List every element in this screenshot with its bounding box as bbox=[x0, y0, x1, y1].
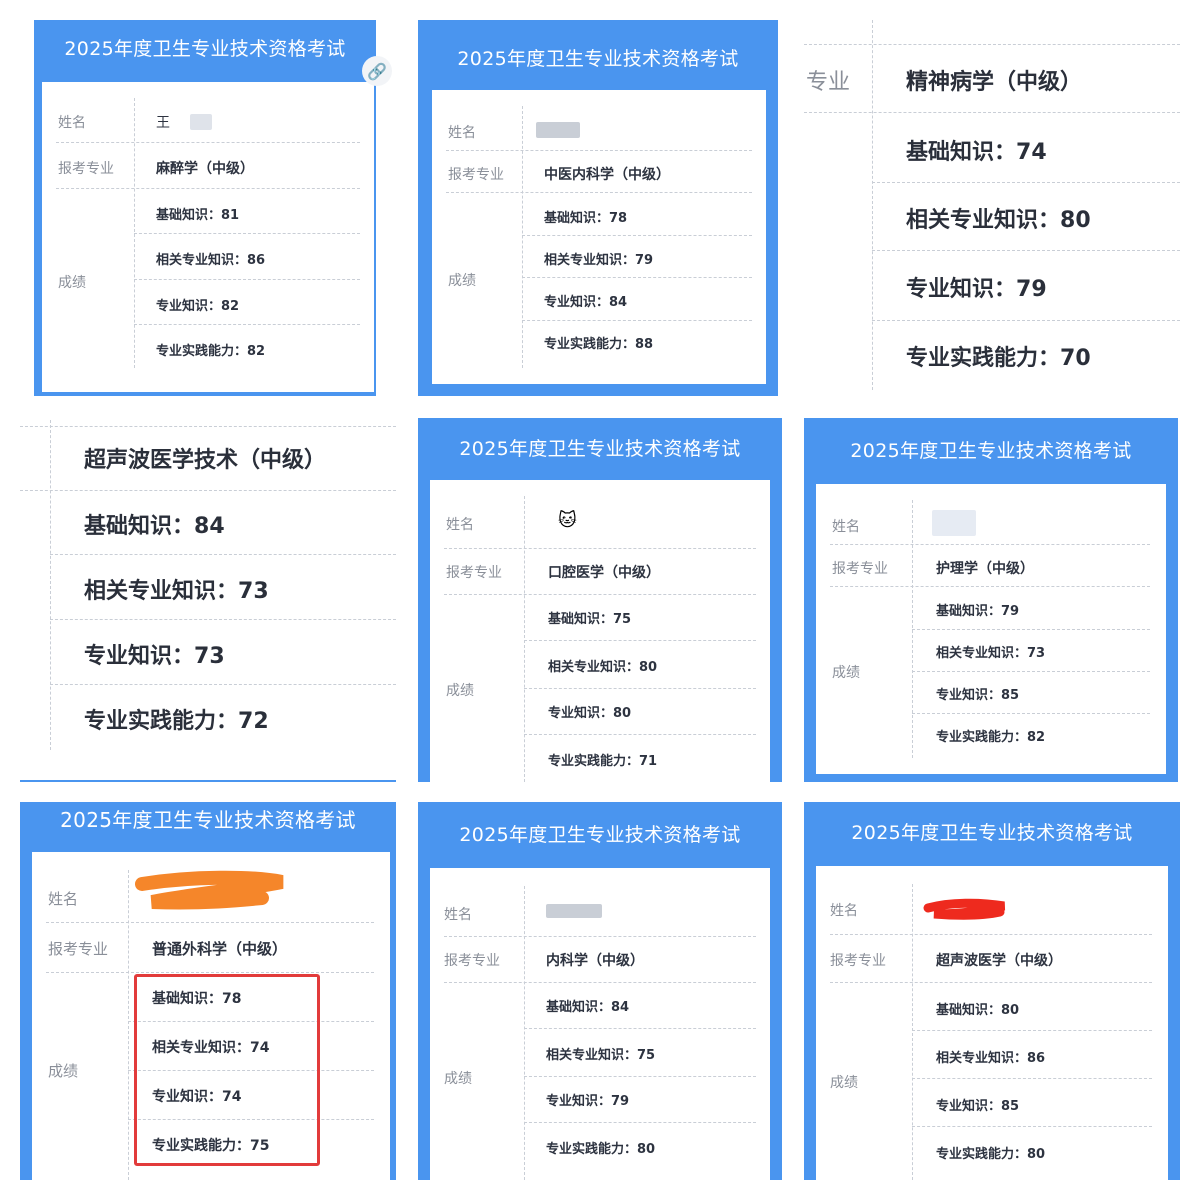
result-card-6: 2025年度卫生专业技术资格考试 姓名 报考专业 护理学（中级） 成绩 基础知识… bbox=[804, 418, 1178, 782]
name-label: 姓名 bbox=[444, 907, 472, 923]
related-score: 相关专业知识：75 bbox=[546, 1048, 656, 1063]
name-label: 姓名 bbox=[48, 890, 79, 908]
related-score: 相关专业知识：80 bbox=[906, 208, 1091, 233]
result-card-4-zoomed: 超声波医学技术（中级） 基础知识：84 相关专业知识：73 专业知识：73 专业… bbox=[20, 420, 396, 782]
scores-label: 成绩 bbox=[446, 683, 474, 699]
basic-score: 基础知识：78 bbox=[544, 211, 628, 226]
practice-score: 专业实践能力：88 bbox=[544, 337, 654, 352]
zoomed-table: 超声波医学技术（中级） 基础知识：84 相关专业知识：73 专业知识：73 专业… bbox=[20, 420, 396, 782]
major-label: 报考专业 bbox=[58, 161, 114, 177]
practice-score: 专业实践能力：82 bbox=[156, 344, 266, 359]
name-scribble bbox=[923, 898, 1006, 920]
card-panel: 姓名 报考专业 超声波医学（中级） 成绩 基础知识：80 相关专业知识：86 专… bbox=[816, 866, 1168, 1180]
result-card-5: 2025年度卫生专业技术资格考试 姓名 🐱 报考专业 口腔医学（中级） 成绩 基… bbox=[418, 418, 782, 782]
name-redaction bbox=[546, 904, 602, 918]
major-label: 报考专业 bbox=[444, 953, 500, 969]
card-title: 2025年度卫生专业技术资格考试 bbox=[851, 822, 1133, 844]
professional-score: 专业知识：79 bbox=[906, 277, 1047, 302]
name-redaction bbox=[190, 114, 212, 130]
professional-score: 专业知识：85 bbox=[936, 688, 1020, 703]
major-value: 内科学（中级） bbox=[546, 953, 644, 969]
major-value: 超声波医学（中级） bbox=[936, 953, 1062, 969]
major-label: 报考专业 bbox=[832, 561, 888, 577]
professional-score: 专业知识：73 bbox=[84, 644, 225, 669]
major-value: 中医内科学（中级） bbox=[544, 167, 670, 183]
major-label: 专业 bbox=[806, 70, 851, 95]
major-value: 精神病学（中级） bbox=[906, 70, 1083, 95]
scores-label: 成绩 bbox=[832, 665, 860, 681]
practice-score: 专业实践能力：80 bbox=[936, 1147, 1046, 1162]
basic-score: 基础知识：79 bbox=[936, 604, 1020, 619]
basic-score: 基础知识：81 bbox=[156, 208, 240, 223]
related-score: 相关专业知识：80 bbox=[548, 660, 658, 675]
basic-score: 基础知识：74 bbox=[906, 140, 1047, 165]
basic-score: 基础知识：84 bbox=[546, 1000, 630, 1015]
name-label: 姓名 bbox=[830, 903, 858, 919]
related-score: 相关专业知识：73 bbox=[936, 646, 1046, 661]
major-label: 报考专业 bbox=[48, 940, 109, 958]
related-score: 相关专业知识：86 bbox=[156, 253, 266, 268]
card-panel: 姓名 报考专业 普通外科学（中级） 成绩 基础知识：78 相关专业知识：74 专… bbox=[32, 852, 390, 1180]
related-score: 相关专业知识：73 bbox=[84, 579, 269, 604]
card-title: 2025年度卫生专业技术资格考试 bbox=[64, 38, 346, 60]
professional-score: 专业知识：79 bbox=[546, 1094, 630, 1109]
card-panel: 姓名 报考专业 护理学（中级） 成绩 基础知识：79 相关专业知识：73 专业知… bbox=[816, 484, 1166, 774]
card-panel: 姓名 报考专业 内科学（中级） 成绩 基础知识：84 相关专业知识：75 专业知… bbox=[430, 868, 770, 1180]
basic-score: 基础知识：84 bbox=[84, 514, 225, 539]
major-label: 报考专业 bbox=[448, 167, 504, 183]
major-label: 报考专业 bbox=[446, 565, 502, 581]
scores-label: 成绩 bbox=[444, 1071, 472, 1087]
practice-score: 专业实践能力：82 bbox=[936, 730, 1046, 745]
major-value: 护理学（中级） bbox=[936, 561, 1034, 577]
scores-label: 成绩 bbox=[58, 275, 86, 291]
name-label: 姓名 bbox=[832, 519, 860, 535]
result-card-8: 2025年度卫生专业技术资格考试 姓名 报考专业 内科学（中级） 成绩 基础知识… bbox=[418, 802, 782, 1180]
professional-score: 专业知识：85 bbox=[936, 1099, 1020, 1114]
card-panel: 姓名 王 报考专业 麻醉学（中级） 成绩 基础知识：81 相关专业知识：86 专… bbox=[42, 82, 374, 392]
zoomed-table: 专业 精神病学（中级） 基础知识：74 相关专业知识：80 专业知识：79 专业… bbox=[800, 20, 1180, 396]
major-value: 超声波医学技术（中级） bbox=[84, 448, 327, 473]
professional-score: 专业知识：82 bbox=[156, 299, 240, 314]
major-value: 麻醉学（中级） bbox=[156, 161, 254, 177]
card-panel: 姓名 🐱 报考专业 口腔医学（中级） 成绩 基础知识：75 相关专业知识：80 … bbox=[430, 480, 770, 782]
practice-score: 专业实践能力：80 bbox=[546, 1142, 656, 1157]
card-panel: 姓名 报考专业 中医内科学（中级） 成绩 基础知识：78 相关专业知识：79 专… bbox=[432, 90, 766, 384]
major-value: 普通外科学（中级） bbox=[152, 940, 288, 958]
card-title: 2025年度卫生专业技术资格考试 bbox=[457, 48, 739, 70]
card-title: 2025年度卫生专业技术资格考试 bbox=[459, 824, 741, 846]
major-label: 报考专业 bbox=[830, 953, 886, 969]
practice-score: 专业实践能力：71 bbox=[548, 754, 658, 769]
link-icon[interactable]: 🔗 bbox=[362, 56, 392, 86]
related-score: 相关专业知识：86 bbox=[936, 1051, 1046, 1066]
major-value: 口腔医学（中级） bbox=[548, 565, 660, 581]
related-score: 相关专业知识：79 bbox=[544, 253, 654, 268]
scores-label: 成绩 bbox=[830, 1075, 858, 1091]
practice-score: 专业实践能力：70 bbox=[906, 346, 1091, 371]
name-value: 王 bbox=[156, 115, 170, 131]
professional-score: 专业知识：84 bbox=[544, 295, 628, 310]
basic-score: 基础知识：75 bbox=[548, 612, 632, 627]
result-card-7: 2025年度卫生专业技术资格考试 姓名 报考专业 普通外科学（中级） 成绩 基础… bbox=[20, 802, 396, 1180]
professional-score: 专业知识：80 bbox=[548, 706, 632, 721]
practice-score: 专业实践能力：72 bbox=[84, 709, 269, 734]
name-label: 姓名 bbox=[446, 517, 474, 533]
result-card-9: 2025年度卫生专业技术资格考试 姓名 报考专业 超声波医学（中级） 成绩 基础… bbox=[804, 802, 1180, 1180]
name-label: 姓名 bbox=[58, 115, 86, 131]
name-redaction bbox=[932, 510, 976, 536]
scores-highlight-box bbox=[134, 974, 320, 1166]
card-title: 2025年度卫生专业技术资格考试 bbox=[60, 808, 356, 832]
result-card-1: 2025年度卫生专业技术资格考试 姓名 王 报考专业 麻醉学（中级） 成绩 基础… bbox=[20, 20, 396, 396]
name-redaction bbox=[536, 122, 580, 138]
result-card-3-zoomed: 专业 精神病学（中级） 基础知识：74 相关专业知识：80 专业知识：79 专业… bbox=[800, 20, 1180, 396]
cat-emoji-icon: 🐱 bbox=[558, 510, 577, 531]
card-title: 2025年度卫生专业技术资格考试 bbox=[459, 438, 741, 460]
name-scribble bbox=[135, 870, 284, 910]
scores-label: 成绩 bbox=[48, 1062, 79, 1080]
scores-label: 成绩 bbox=[448, 273, 476, 289]
result-card-2: 2025年度卫生专业技术资格考试 姓名 报考专业 中医内科学（中级） 成绩 基础… bbox=[418, 20, 778, 396]
basic-score: 基础知识：80 bbox=[936, 1003, 1020, 1018]
card-title: 2025年度卫生专业技术资格考试 bbox=[850, 440, 1132, 462]
name-label: 姓名 bbox=[448, 125, 476, 141]
